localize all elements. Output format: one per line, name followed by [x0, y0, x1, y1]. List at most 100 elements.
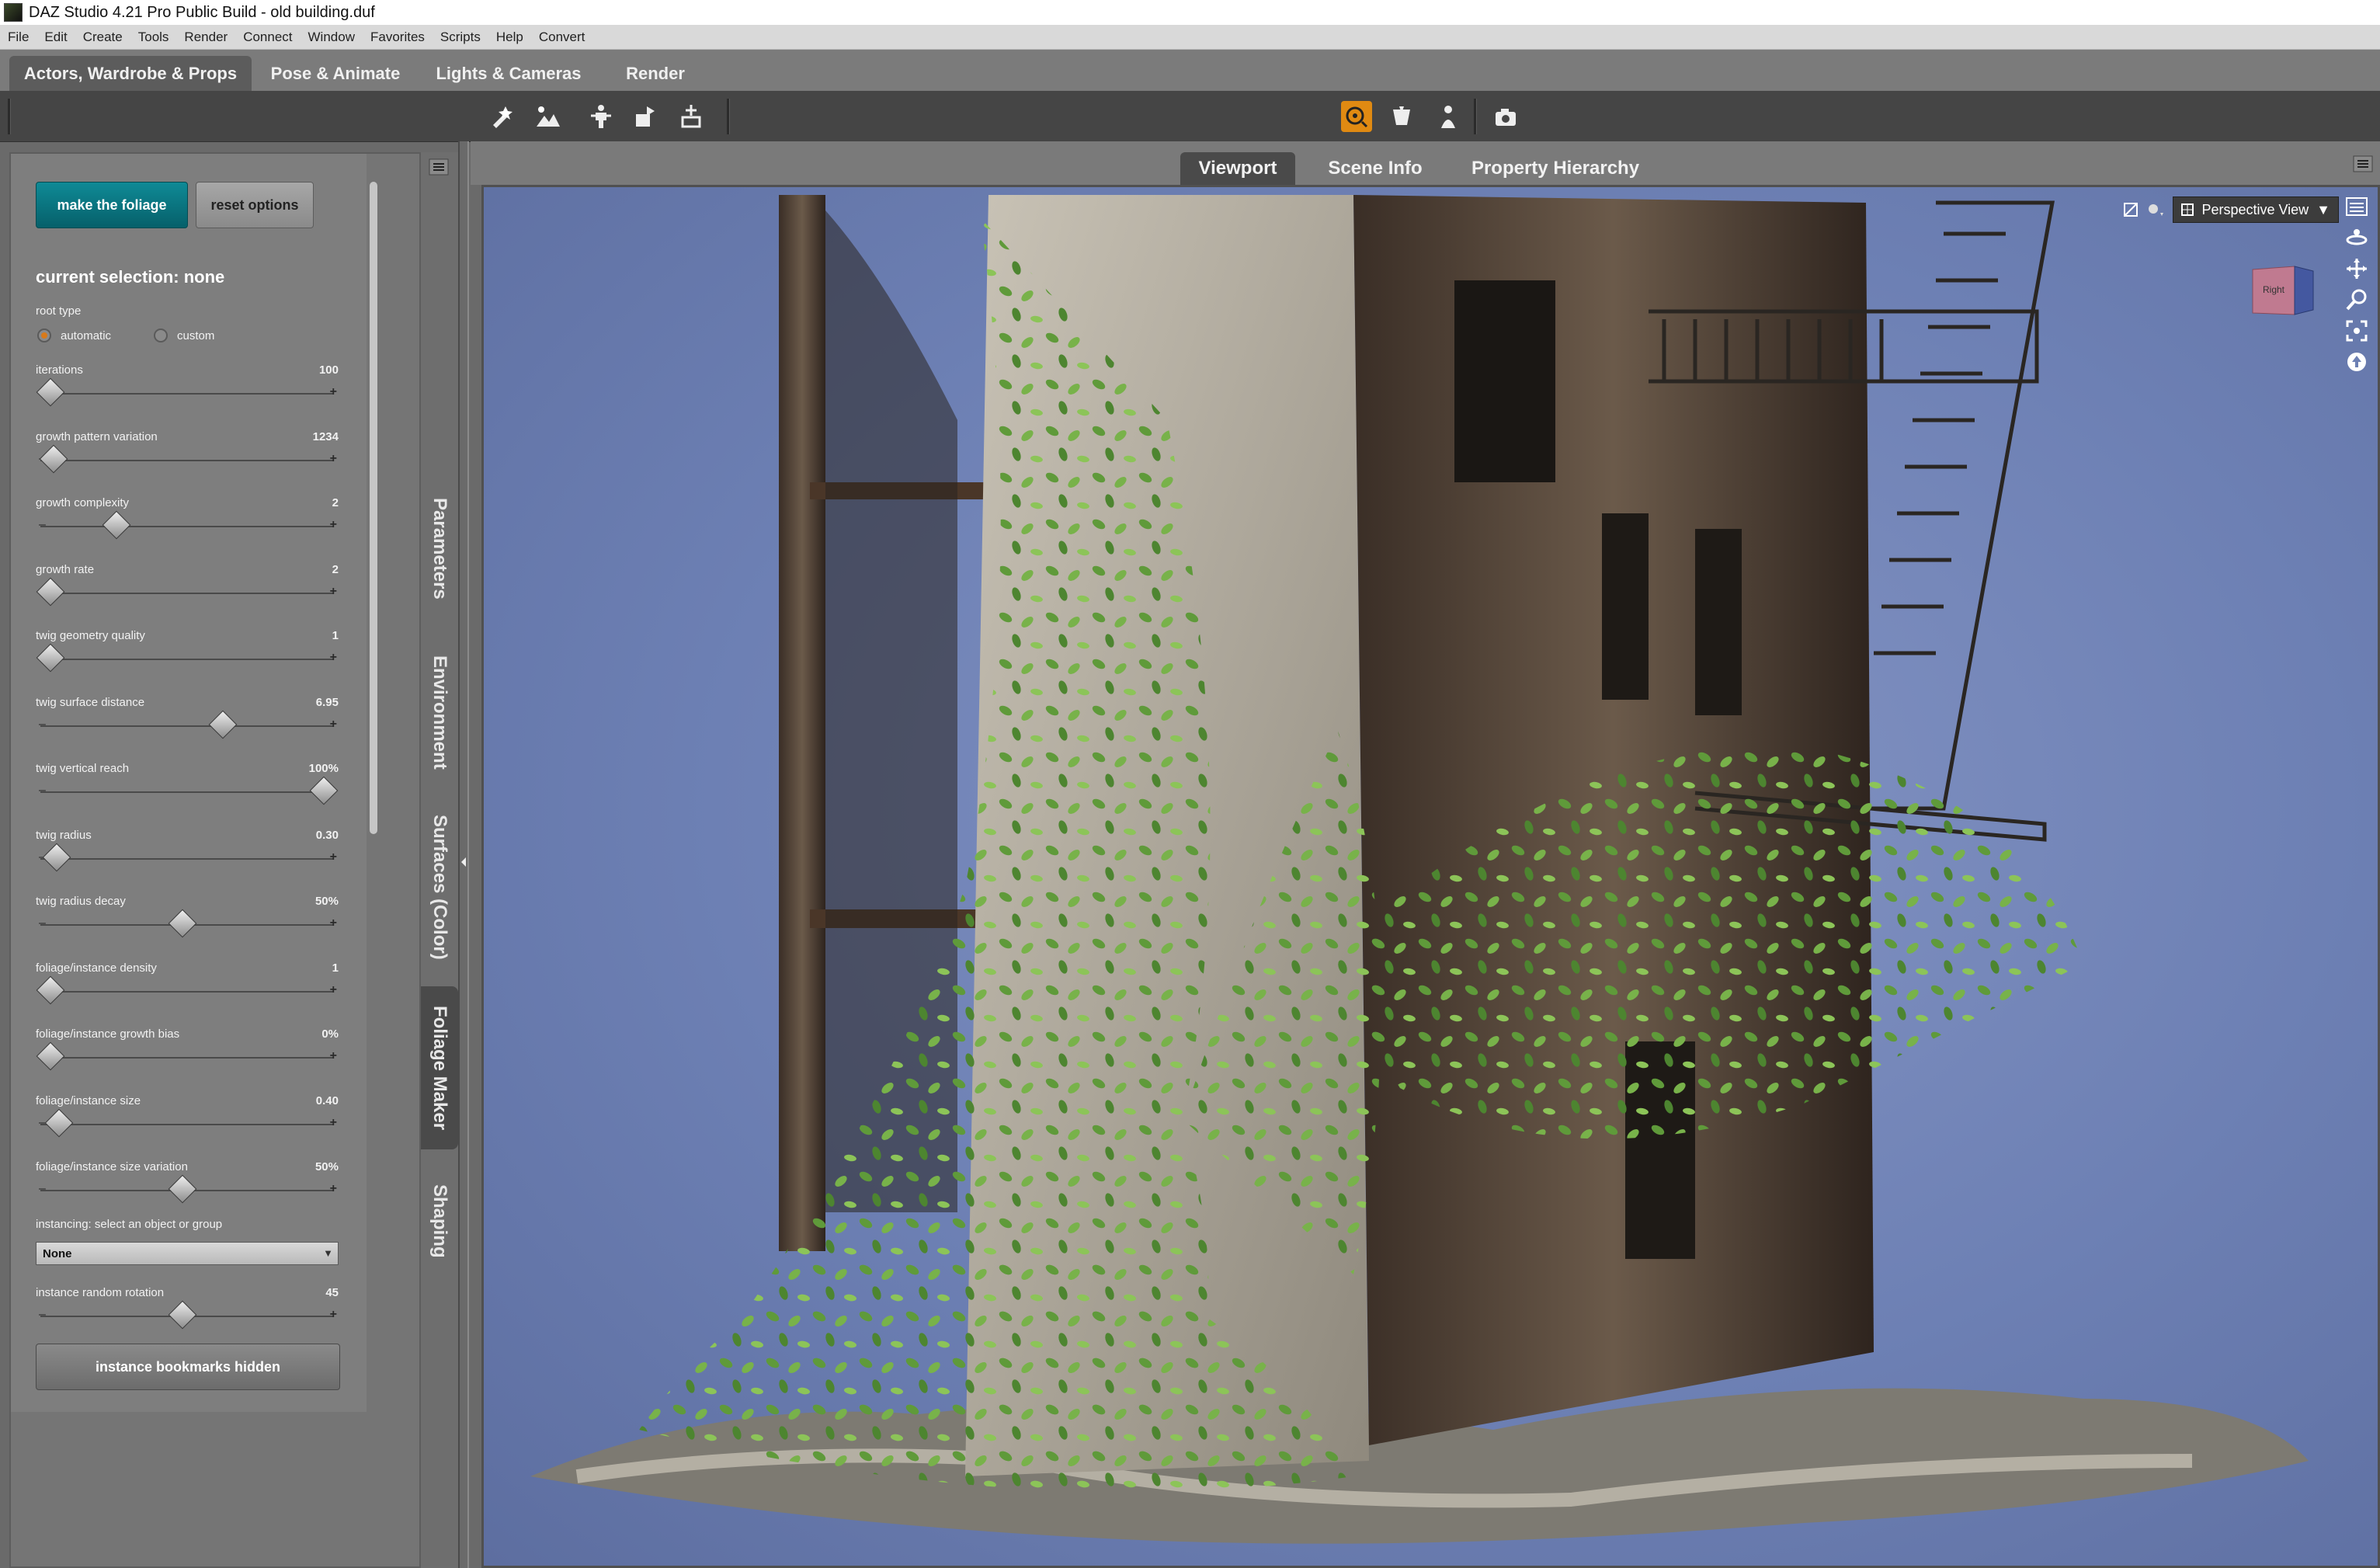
menu-create[interactable]: Create: [75, 30, 130, 45]
menu-file[interactable]: File: [0, 30, 36, 45]
tab-render[interactable]: Render: [609, 56, 702, 91]
slider-value[interactable]: 45: [325, 1286, 339, 1299]
increment-icon[interactable]: +: [330, 1116, 337, 1130]
lighting-toggle-icon[interactable]: [2146, 202, 2165, 217]
increment-icon[interactable]: +: [330, 850, 337, 864]
slider-foliage-instance-growth-bias[interactable]: foliage/instance growth bias0%–+: [36, 1027, 339, 1090]
make-foliage-button[interactable]: make the foliage: [36, 182, 188, 228]
radio-automatic[interactable]: [37, 329, 51, 342]
panel-scrollbar[interactable]: [370, 174, 377, 1556]
slider-knob[interactable]: [102, 510, 131, 540]
slider-foliage-instance-size-variation[interactable]: foliage/instance size variation 50% – +: [36, 1160, 339, 1222]
menu-connect[interactable]: Connect: [235, 30, 300, 45]
instancing-object-select[interactable]: None ▼: [36, 1242, 339, 1265]
pane-menu-icon[interactable]: [429, 158, 449, 176]
slider-value[interactable]: 2: [332, 563, 339, 576]
slider-knob[interactable]: [36, 975, 65, 1004]
orbit-icon[interactable]: [2345, 226, 2368, 249]
slider-foliage-instance-density[interactable]: foliage/instance density1–+: [36, 961, 339, 1024]
increment-icon[interactable]: +: [330, 452, 337, 466]
tab-lights-cameras[interactable]: Lights & Cameras: [426, 56, 592, 91]
slider-knob[interactable]: [42, 843, 71, 871]
slider-twig-radius[interactable]: twig radius0.30–+: [36, 829, 339, 891]
draw-style-icon[interactable]: [2123, 202, 2139, 217]
figure-setup-icon[interactable]: [1433, 101, 1464, 132]
slider-value[interactable]: 0%: [321, 1027, 339, 1041]
slider-knob[interactable]: [36, 1041, 65, 1071]
increment-icon[interactable]: +: [330, 518, 337, 532]
menu-scripts[interactable]: Scripts: [433, 30, 488, 45]
increment-icon[interactable]: +: [330, 385, 337, 399]
slider-growth-rate[interactable]: growth rate2–+: [36, 563, 339, 625]
increment-icon[interactable]: +: [330, 585, 337, 599]
slider-value[interactable]: 1234: [313, 430, 339, 443]
increment-icon[interactable]: +: [330, 1308, 337, 1322]
tab-pose-animate[interactable]: Pose & Animate: [259, 56, 412, 91]
render-icon[interactable]: [1386, 101, 1417, 132]
slider-value[interactable]: 50%: [315, 1160, 339, 1173]
increment-icon[interactable]: +: [330, 1182, 337, 1196]
increment-icon[interactable]: +: [330, 916, 337, 930]
render-settings-icon[interactable]: [1341, 101, 1372, 132]
pan-icon[interactable]: [2345, 257, 2368, 280]
tab-viewport[interactable]: Viewport: [1180, 152, 1295, 185]
surface-selection-icon[interactable]: [533, 101, 564, 132]
pane-splitter[interactable]: [458, 141, 469, 1568]
menu-edit[interactable]: Edit: [36, 30, 75, 45]
tab-environment[interactable]: Environment: [421, 638, 458, 786]
slider-iterations[interactable]: iterations100–+: [36, 363, 339, 426]
slider-value[interactable]: 0.30: [316, 829, 339, 842]
decrement-icon[interactable]: –: [39, 916, 46, 930]
scrollbar-thumb[interactable]: [370, 182, 377, 834]
slider-value[interactable]: 1: [332, 961, 339, 975]
slider-instance-random-rotation[interactable]: instance random rotation 45 – +: [36, 1286, 339, 1348]
pane-menu-icon[interactable]: [2345, 196, 2368, 218]
slider-value[interactable]: 2: [332, 496, 339, 509]
slider-knob[interactable]: [36, 577, 65, 606]
slider-value[interactable]: 6.95: [316, 696, 339, 709]
frame-icon[interactable]: [2345, 319, 2368, 342]
slider-value[interactable]: 50%: [315, 895, 339, 908]
zoom-icon[interactable]: [2345, 288, 2368, 311]
instance-bookmarks-button[interactable]: instance bookmarks hidden: [36, 1344, 340, 1390]
node-selection-icon[interactable]: [488, 101, 519, 132]
tab-parameters[interactable]: Parameters: [421, 478, 458, 618]
slider-growth-complexity[interactable]: growth complexity 2 – +: [36, 496, 339, 558]
menu-tools[interactable]: Tools: [130, 30, 177, 45]
camera-icon[interactable]: [1491, 101, 1522, 132]
menu-favorites[interactable]: Favorites: [363, 30, 433, 45]
slider-value[interactable]: 100%: [309, 762, 339, 775]
slider-twig-radius-decay[interactable]: twig radius decay 50% – +: [36, 895, 339, 957]
increment-icon[interactable]: +: [330, 718, 337, 732]
decrement-icon[interactable]: –: [39, 1182, 46, 1196]
slider-foliage-instance-size[interactable]: foliage/instance size 0.40– +: [36, 1094, 339, 1156]
slider-twig-surface-distance[interactable]: twig surface distance 6.95 – +: [36, 696, 339, 758]
slider-knob[interactable]: [36, 643, 65, 673]
increment-icon[interactable]: +: [330, 983, 337, 997]
transform-icon[interactable]: [631, 101, 662, 132]
increment-icon[interactable]: +: [330, 1049, 337, 1063]
menu-window[interactable]: Window: [301, 30, 363, 45]
decrement-icon[interactable]: –: [39, 518, 46, 532]
slider-knob[interactable]: [44, 1108, 74, 1137]
radio-custom[interactable]: [154, 329, 168, 342]
decrement-icon[interactable]: –: [39, 1308, 46, 1322]
reset-view-icon[interactable]: [2345, 350, 2368, 374]
reset-options-button[interactable]: reset options: [196, 182, 314, 228]
menu-help[interactable]: Help: [488, 30, 531, 45]
increment-icon[interactable]: +: [330, 651, 337, 665]
decrement-icon[interactable]: –: [39, 718, 46, 732]
menu-convert[interactable]: Convert: [531, 30, 593, 45]
tab-property-hierarchy[interactable]: Property Hierarchy: [1451, 152, 1660, 185]
slider-twig-vertical-reach[interactable]: twig vertical reach100%–+: [36, 762, 339, 824]
tab-scene-info[interactable]: Scene Info: [1309, 152, 1441, 185]
slider-knob[interactable]: [309, 776, 338, 805]
geometry-editor-icon[interactable]: [676, 101, 707, 132]
tab-actors-wardrobe-props[interactable]: Actors, Wardrobe & Props: [9, 56, 252, 91]
slider-twig-geometry-quality[interactable]: twig geometry quality1–+: [36, 629, 339, 691]
tab-surfaces-color[interactable]: Surfaces (Color): [421, 801, 458, 972]
3d-viewport[interactable]: Perspective View ▼ Right: [481, 185, 2380, 1568]
slider-value[interactable]: 0.40: [316, 1094, 339, 1107]
slider-knob[interactable]: [168, 1300, 197, 1330]
view-cube[interactable]: Right: [2246, 262, 2316, 319]
